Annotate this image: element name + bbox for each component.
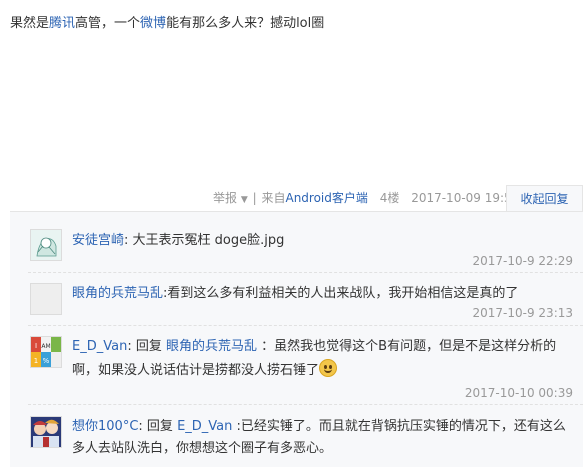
reply-divider xyxy=(28,272,583,273)
floor-number: 4楼 xyxy=(379,191,400,205)
reply-colon: : xyxy=(124,233,129,248)
reply-colon: : xyxy=(138,419,143,434)
avatar-tile-1: 1 xyxy=(34,357,38,365)
anime-sketch-avatar-icon xyxy=(31,230,61,260)
post-time: 2017-10-09 19:59 xyxy=(411,191,520,205)
reply-text: 想你100°C: 回复 E_D_Van :已经实锤了。而且就在背锅抗压实锤的情况… xyxy=(72,416,574,460)
keyword-link-tencent[interactable]: 腾讯 xyxy=(49,16,75,31)
keyword-link-weibo[interactable]: 微博 xyxy=(140,16,166,31)
meta-separator: | xyxy=(252,191,257,205)
reply-colon: : xyxy=(127,339,132,354)
reply-username[interactable]: E_D_Van xyxy=(72,339,127,354)
post-meta: 举报 ▼ | 来自Android客户端 4楼 2017-10-09 19:59 xyxy=(213,187,519,209)
reply-prefix: 回复 xyxy=(135,339,162,354)
avatar[interactable] xyxy=(30,283,62,315)
avatar[interactable] xyxy=(30,416,62,448)
reply-time: 2017-10-10 00:39 xyxy=(464,386,573,400)
avatar-tile-percent: % xyxy=(43,357,50,365)
source-prefix: 来自 xyxy=(261,191,286,205)
reply-username[interactable]: 想你100°C xyxy=(72,419,138,434)
source-client-link[interactable]: Android客户端 xyxy=(285,191,367,205)
chevron-down-icon[interactable]: ▼ xyxy=(241,195,248,205)
reply-time: 2017-10-9 23:13 xyxy=(472,306,574,320)
i-am-tile-icon: I AM 1 % xyxy=(31,337,61,367)
reply-target-username[interactable]: E_D_Van xyxy=(177,419,232,434)
avatar[interactable]: I AM 1 % xyxy=(30,336,62,368)
default-user-icon xyxy=(31,284,61,314)
reply-panel: 安徒宫崎: 大王表示冤枉 doge脸.jpg 2017-10-9 22:29 眼… xyxy=(10,211,583,467)
anime-group-icon xyxy=(31,417,61,447)
reply-text: 眼角的兵荒马乱:看到这么多有利益相关的人出来战队，我开始相信这是真的了 xyxy=(72,283,574,305)
reply-prefix: 回复 xyxy=(146,419,173,434)
reply-username[interactable]: 安徒宫崎 xyxy=(72,233,124,248)
reply-target-username[interactable]: 眼角的兵荒马乱 xyxy=(166,339,257,354)
avatar[interactable] xyxy=(30,229,62,261)
post-content: 果然是腾讯高管，一个微博能有那么多人来？撼动lol圈 xyxy=(10,14,324,34)
post-text-a: 果然是 xyxy=(10,16,50,31)
post-text-c: 能有那么多人来？撼动lol圈 xyxy=(166,16,325,31)
avatar-tile-i: I xyxy=(35,342,37,350)
sweat-smile-emoji-icon xyxy=(319,359,338,377)
reply-text: E_D_Van: 回复 眼角的兵荒马乱 ：虽然我也觉得这个B有问题，但是不是这样… xyxy=(72,335,574,383)
reply-text: 安徒宫崎: 大王表示冤枉 doge脸.jpg xyxy=(72,230,574,252)
collapse-replies-button[interactable]: 收起回复 xyxy=(506,185,583,212)
reply-content: 大王表示冤枉 doge脸.jpg xyxy=(132,233,285,248)
reply-username[interactable]: 眼角的兵荒马乱 xyxy=(72,286,163,301)
reply-time: 2017-10-9 22:29 xyxy=(472,254,574,268)
post-text-b: 高管，一个 xyxy=(75,16,141,31)
avatar-tile-am: AM xyxy=(41,343,50,350)
report-link[interactable]: 举报 xyxy=(213,191,237,205)
reply-divider xyxy=(28,404,583,405)
reply-divider xyxy=(28,325,583,326)
reply-content: 看到这么多有利益相关的人出来战队，我开始相信这是真的了 xyxy=(167,286,519,301)
